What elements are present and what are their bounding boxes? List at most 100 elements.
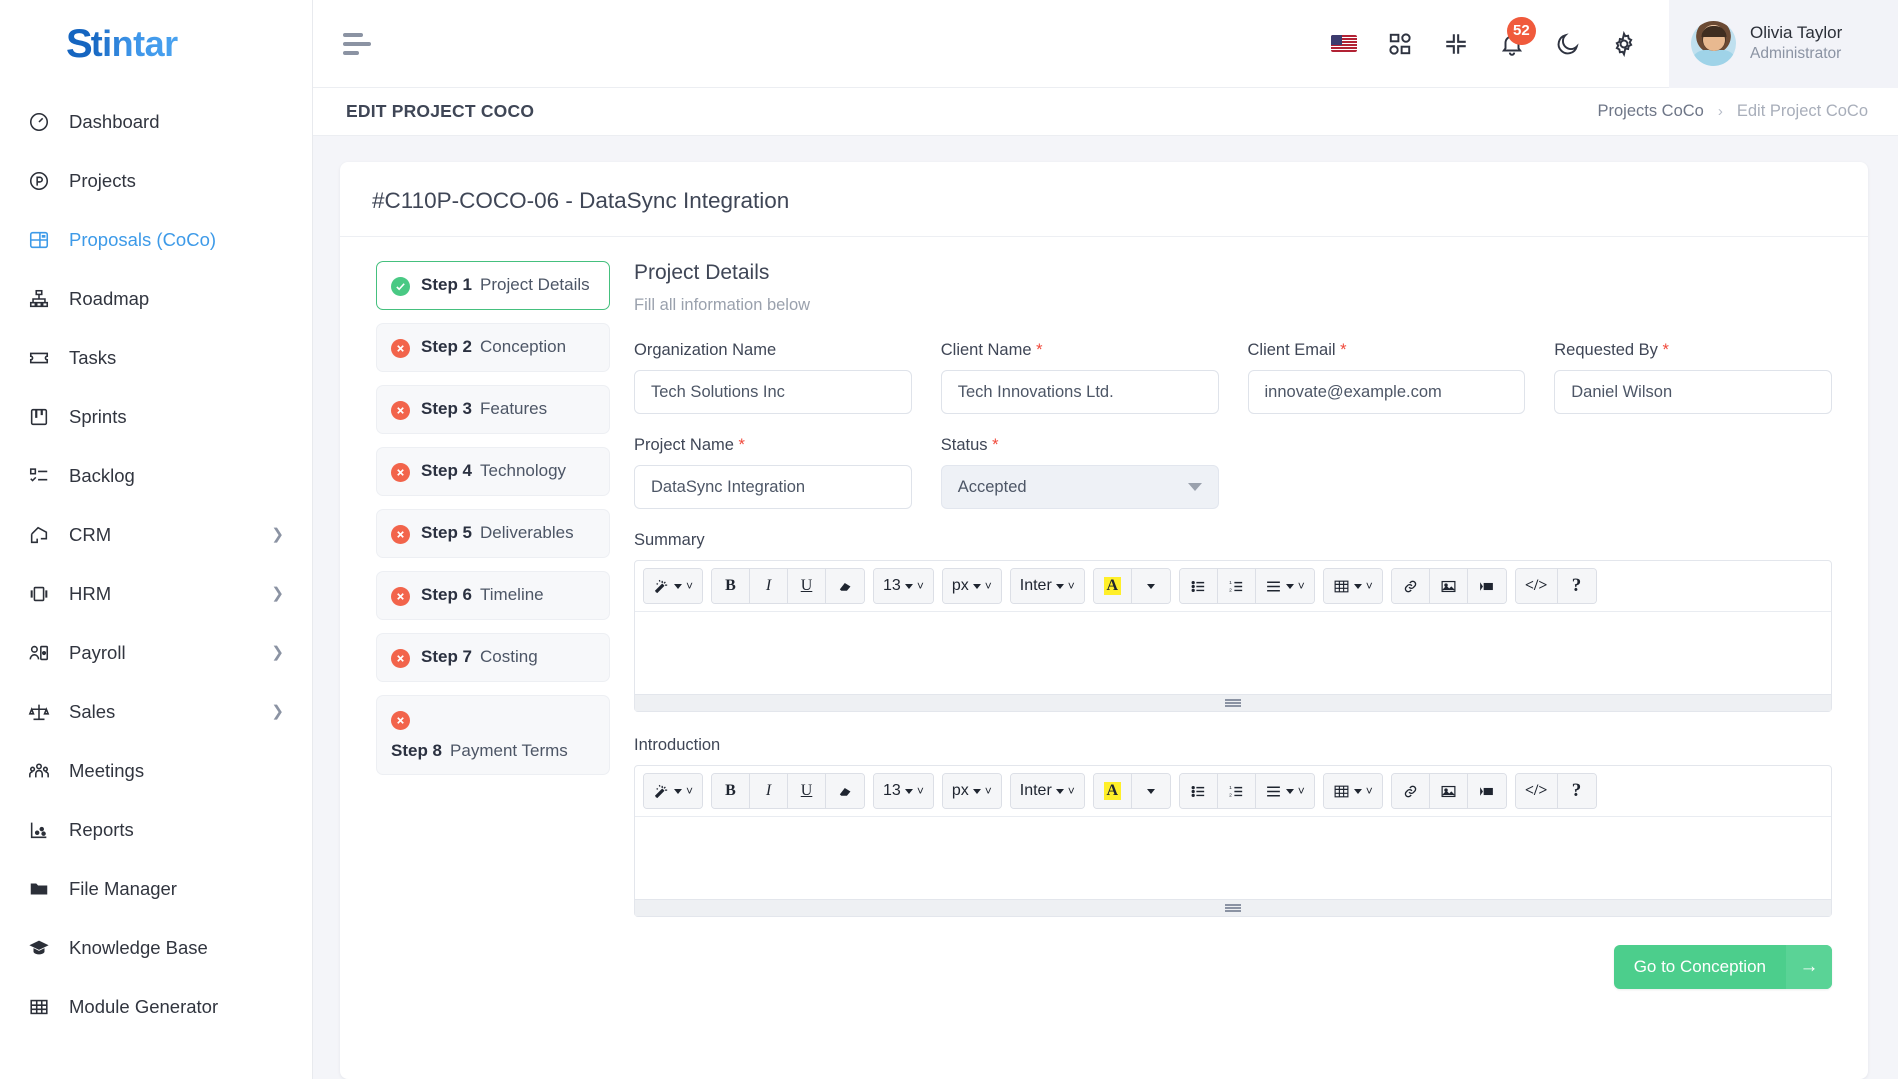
introduction-editor-body[interactable] bbox=[635, 817, 1831, 899]
sidebar-item-sales[interactable]: Sales ❯ bbox=[0, 682, 312, 741]
toolbar-group-font-family: Inter ˅ bbox=[1009, 773, 1085, 809]
go-to-conception-button[interactable]: Go to Conception → bbox=[1613, 945, 1832, 989]
align-icon[interactable]: ˅ bbox=[1255, 774, 1314, 808]
italic-button[interactable]: I bbox=[750, 569, 789, 603]
size-unit-dropdown[interactable]: px ˅ bbox=[942, 774, 1001, 808]
table-icon[interactable]: ˅ bbox=[1323, 774, 1382, 808]
link-icon[interactable] bbox=[1391, 569, 1430, 603]
image-icon[interactable] bbox=[1429, 569, 1468, 603]
remove-format-icon[interactable] bbox=[826, 569, 865, 603]
introduction-editor: ˅ B I U 13 ˅ px ˅ Inter ˅ A 1 2 ˅ ˅ </> … bbox=[634, 765, 1832, 917]
topbar-icons: 52 bbox=[1329, 16, 1669, 59]
image-icon[interactable] bbox=[1429, 774, 1468, 808]
magic-wand-icon[interactable]: ˅ bbox=[644, 569, 703, 603]
code-view-button[interactable]: </> bbox=[1515, 774, 1558, 808]
step-item-7[interactable]: Step 7 Costing bbox=[376, 633, 610, 682]
numbered-list-icon[interactable]: 12 bbox=[1217, 774, 1256, 808]
introduction-editor-resize-handle[interactable] bbox=[635, 899, 1831, 916]
x-circle-icon bbox=[391, 711, 410, 730]
moon-icon[interactable] bbox=[1553, 29, 1583, 59]
step-name: Project Details bbox=[480, 275, 590, 294]
bell-icon[interactable]: 52 bbox=[1497, 16, 1536, 59]
sidebar-item-file-manager[interactable]: File Manager bbox=[0, 859, 312, 918]
step-item-1[interactable]: Step 1 Project Details bbox=[376, 261, 610, 310]
step-name: Features bbox=[480, 399, 548, 418]
font-color-button[interactable]: A bbox=[1093, 569, 1132, 603]
sidebar-item-tasks[interactable]: Tasks bbox=[0, 328, 312, 387]
link-icon[interactable] bbox=[1391, 774, 1430, 808]
apps-grid-icon[interactable] bbox=[1385, 29, 1415, 59]
video-icon[interactable] bbox=[1467, 569, 1506, 603]
step-item-2[interactable]: Step 2 Conception bbox=[376, 323, 610, 372]
sidebar-item-knowledge-base[interactable]: Knowledge Base bbox=[0, 918, 312, 977]
client-name-input[interactable] bbox=[940, 370, 1219, 414]
bullet-list-icon[interactable] bbox=[1179, 569, 1218, 603]
font-family-dropdown[interactable]: Inter ˅ bbox=[1010, 774, 1084, 808]
font-color-button[interactable]: A bbox=[1093, 774, 1132, 808]
help-button[interactable]: ? bbox=[1557, 774, 1596, 808]
sidebar-item-proposals[interactable]: Proposals (CoCo) bbox=[0, 210, 312, 269]
summary-editor-resize-handle[interactable] bbox=[635, 694, 1831, 711]
user-menu[interactable]: Olivia Taylor Administrator bbox=[1669, 0, 1898, 88]
sidebar-item-roadmap[interactable]: Roadmap bbox=[0, 269, 312, 328]
step-item-5[interactable]: Step 5 Deliverables bbox=[376, 509, 610, 558]
size-unit-dropdown[interactable]: px ˅ bbox=[942, 569, 1001, 603]
project-details-form: Project Details Fill all information bel… bbox=[610, 261, 1868, 1079]
sidebar-item-dashboard[interactable]: Dashboard bbox=[0, 92, 312, 151]
font-color-dropdown[interactable] bbox=[1131, 569, 1170, 603]
hamburger-icon[interactable] bbox=[343, 32, 389, 55]
project-name-input[interactable] bbox=[634, 465, 912, 509]
font-color-dropdown[interactable] bbox=[1131, 774, 1170, 808]
table-icon[interactable]: ˅ bbox=[1323, 569, 1382, 603]
help-button[interactable]: ? bbox=[1557, 569, 1596, 603]
sidebar-item-projects[interactable]: Projects bbox=[0, 151, 312, 210]
form-row-2: Project Name * Status * Accepted bbox=[634, 436, 1832, 509]
sidebar-item-meetings[interactable]: Meetings bbox=[0, 741, 312, 800]
status-select[interactable]: Accepted bbox=[940, 465, 1219, 509]
toolbar-group-font-family: Inter ˅ bbox=[1009, 568, 1085, 604]
step-item-4[interactable]: Step 4 Technology bbox=[376, 447, 610, 496]
magic-wand-icon[interactable]: ˅ bbox=[644, 774, 703, 808]
gear-icon[interactable] bbox=[1609, 29, 1639, 59]
step-item-6[interactable]: Step 6 Timeline bbox=[376, 571, 610, 620]
sidebar-item-reports[interactable]: Reports bbox=[0, 800, 312, 859]
bold-button[interactable]: B bbox=[712, 774, 751, 808]
chevron-right-icon: ❯ bbox=[271, 585, 284, 602]
code-view-button[interactable]: </> bbox=[1515, 569, 1558, 603]
numbered-list-icon[interactable]: 12 bbox=[1217, 569, 1256, 603]
sidebar-item-label: Roadmap bbox=[69, 287, 150, 309]
user-info: Olivia Taylor Administrator bbox=[1750, 22, 1842, 64]
us-flag-icon[interactable] bbox=[1329, 29, 1359, 59]
sidebar-item-module-generator[interactable]: Module Generator bbox=[0, 977, 312, 1036]
sidebar-item-sprints[interactable]: Sprints bbox=[0, 387, 312, 446]
client-email-input[interactable] bbox=[1247, 370, 1526, 414]
video-icon[interactable] bbox=[1467, 774, 1506, 808]
font-size-dropdown[interactable]: 13 ˅ bbox=[874, 774, 933, 808]
sidebar-item-hrm[interactable]: HRM ❯ bbox=[0, 564, 312, 623]
requested-by-input[interactable] bbox=[1554, 370, 1832, 414]
breadcrumb-item-projects[interactable]: Projects CoCo bbox=[1597, 102, 1703, 121]
sidebar-item-label: Dashboard bbox=[69, 110, 160, 132]
underline-button[interactable]: U bbox=[788, 569, 827, 603]
check-circle-icon bbox=[391, 277, 410, 296]
brand-logo[interactable]: Stintar bbox=[0, 0, 312, 88]
card-header: #C110P-COCO-06 - DataSync Integration bbox=[340, 162, 1868, 237]
align-icon[interactable]: ˅ bbox=[1255, 569, 1314, 603]
toolbar-group-size-unit: px ˅ bbox=[941, 773, 1002, 809]
font-family-dropdown[interactable]: Inter ˅ bbox=[1010, 569, 1084, 603]
collapse-fullscreen-icon[interactable] bbox=[1441, 29, 1471, 59]
remove-format-icon[interactable] bbox=[826, 774, 865, 808]
bold-button[interactable]: B bbox=[712, 569, 751, 603]
step-item-3[interactable]: Step 3 Features bbox=[376, 385, 610, 434]
step-item-8[interactable]: Step 8 Payment Terms bbox=[376, 695, 610, 775]
organization-name-input[interactable] bbox=[634, 370, 912, 414]
sidebar-item-backlog[interactable]: Backlog bbox=[0, 446, 312, 505]
underline-button[interactable]: U bbox=[788, 774, 827, 808]
bullet-list-icon[interactable] bbox=[1179, 774, 1218, 808]
project-circle-icon bbox=[27, 169, 51, 193]
sidebar-item-payroll[interactable]: Payroll ❯ bbox=[0, 623, 312, 682]
summary-editor-body[interactable] bbox=[635, 612, 1831, 694]
font-size-dropdown[interactable]: 13 ˅ bbox=[874, 569, 933, 603]
sidebar-item-crm[interactable]: CRM ❯ bbox=[0, 505, 312, 564]
italic-button[interactable]: I bbox=[750, 774, 789, 808]
